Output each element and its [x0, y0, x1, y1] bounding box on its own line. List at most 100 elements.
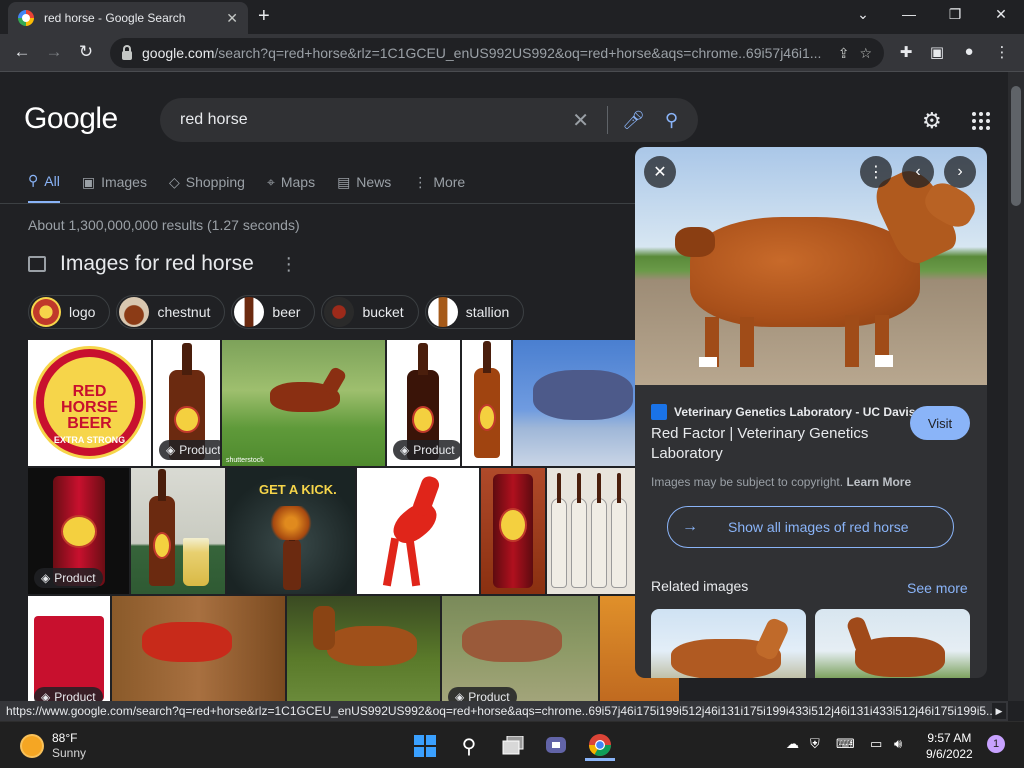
task-view-icon[interactable] — [498, 731, 528, 761]
tab-more[interactable]: ⋮ More — [413, 172, 465, 204]
close-panel-button[interactable]: ✕ — [644, 156, 676, 188]
weather-temp: 88°F — [52, 731, 78, 745]
cloud-icon[interactable]: ☁ — [786, 736, 799, 752]
scrollbar-thumb[interactable] — [1011, 86, 1021, 206]
volume-icon[interactable]: 🔊︎ — [894, 736, 902, 752]
start-button[interactable] — [410, 731, 440, 761]
side-panel-icon[interactable]: ▣ — [927, 43, 947, 61]
forward-button[interactable]: → — [43, 42, 65, 62]
images-heading-text[interactable]: Images for red horse — [60, 252, 254, 276]
minimize-button[interactable]: — — [897, 6, 921, 22]
arrow-right-icon: → — [682, 518, 698, 535]
new-tab-button[interactable]: + — [258, 6, 270, 26]
chip-bucket[interactable]: bucket — [321, 295, 419, 329]
image-result-horse-painting[interactable] — [112, 596, 285, 701]
image-result-six-pack[interactable]: ◈ Product — [28, 596, 110, 701]
reload-button[interactable]: ↻ — [75, 42, 97, 62]
previous-image-button[interactable]: ‹ — [902, 156, 934, 188]
sun-icon — [22, 736, 42, 756]
teams-chat-icon[interactable] — [541, 731, 571, 761]
google-favicon-icon — [18, 10, 34, 26]
image-result-bottle-glass[interactable] — [131, 468, 225, 594]
microphone-icon[interactable]: 🎤︎ — [622, 110, 645, 131]
tab-all[interactable]: ⚲ All — [28, 172, 60, 204]
menu-kebab-icon[interactable]: ⋮ — [992, 43, 1012, 61]
browser-tab[interactable]: red horse - Google Search ✕ — [8, 2, 248, 34]
white-sock — [875, 355, 893, 367]
image-result-can[interactable]: ◈ Product — [28, 468, 129, 594]
tab-images[interactable]: ▣ Images — [82, 172, 147, 204]
image-result-bottle-3[interactable] — [462, 340, 511, 466]
back-button[interactable]: ← — [11, 42, 33, 62]
system-clock[interactable]: 9:57 AM 9/6/2022 — [926, 730, 973, 762]
close-tab-icon[interactable]: ✕ — [226, 10, 238, 27]
profile-icon[interactable]: ● — [959, 43, 979, 60]
show-all-images-button[interactable]: → Show all images of red horse — [667, 506, 954, 548]
chip-logo[interactable]: logo — [28, 295, 111, 329]
chip-chestnut[interactable]: chestnut — [116, 295, 226, 329]
bookmark-star-icon[interactable]: ☆ — [859, 45, 872, 62]
image-result-rearing-horse[interactable] — [357, 468, 479, 594]
badge-label: Product — [468, 690, 510, 701]
google-apps-icon[interactable] — [972, 112, 990, 130]
image-result-bottle-1[interactable]: ◈ Product — [153, 340, 220, 466]
see-more-link[interactable]: See more — [907, 580, 968, 596]
beer-can — [493, 474, 533, 588]
network-icon[interactable]: ▭ — [870, 736, 882, 752]
panel-options-icon[interactable]: ⋮ — [860, 156, 892, 188]
copyright-notice: Images may be subject to copyright. Lear… — [651, 475, 911, 489]
share-icon[interactable]: ⇪ — [838, 45, 850, 62]
visit-button[interactable]: Visit — [910, 406, 970, 440]
google-logo[interactable]: Google — [24, 102, 118, 136]
security-shield-icon[interactable]: ⛨ — [810, 736, 820, 752]
page-scrollbar[interactable] — [1008, 72, 1024, 701]
search-tabs: ⚲ All ▣ Images ◇ Shopping ⌖ Maps ▤ News ⋮ More — [28, 172, 465, 204]
tab-search-icon[interactable]: ⌄ — [851, 6, 875, 23]
weather-widget[interactable]: 88°F Sunny — [22, 731, 86, 761]
more-dots-icon: ⋮ — [413, 173, 428, 190]
settings-gear-icon[interactable]: ⚙ — [922, 108, 942, 134]
related-image-2[interactable] — [815, 609, 970, 678]
image-result-brown-horse[interactable] — [287, 596, 440, 701]
extensions-icon[interactable]: ✚ — [896, 43, 916, 61]
image-result-blue-horse[interactable] — [513, 340, 635, 466]
image-result-logo[interactable]: RED HORSE BEER EXTRA STRONG — [28, 340, 151, 466]
tab-maps[interactable]: ⌖ Maps — [267, 172, 315, 204]
taskbar-search-icon[interactable]: ⚲ — [454, 731, 484, 761]
search-input[interactable]: red horse — [180, 111, 572, 129]
restore-button[interactable]: ❐ — [943, 6, 967, 23]
search-icon[interactable]: ⚲ — [665, 110, 678, 131]
tab-news[interactable]: ▤ News — [337, 172, 391, 204]
clock-date: 9/6/2022 — [926, 747, 973, 761]
clear-search-icon[interactable]: ✕ — [572, 108, 589, 133]
source-favicon-icon — [651, 404, 667, 420]
address-bar[interactable]: google.com /search?q=red+horse&rlz=1C1GC… — [110, 38, 884, 68]
chrome-taskbar-icon[interactable] — [585, 731, 615, 761]
more-options-icon[interactable]: ⋮ — [280, 254, 298, 275]
image-result-running-horse[interactable]: shutterstock — [222, 340, 385, 466]
next-image-button[interactable]: › — [944, 156, 976, 188]
chat-glyph — [546, 737, 566, 753]
source-name[interactable]: Veterinary Genetics Laboratory - UC Davi… — [674, 405, 915, 419]
related-image-1[interactable] — [651, 609, 806, 678]
keyboard-icon[interactable]: ⌨ — [836, 736, 855, 752]
learn-more-link[interactable]: Learn More — [846, 475, 911, 489]
beer-bottle — [551, 472, 567, 588]
chip-stallion[interactable]: stallion — [424, 295, 525, 329]
image-result-bottle-2[interactable]: ◈ Product — [387, 340, 460, 466]
horse-body — [690, 217, 920, 327]
close-window-button[interactable]: ✕ — [989, 6, 1013, 23]
image-result-grazing-horse[interactable]: ◈ Product — [442, 596, 598, 701]
image-result-tall-can[interactable] — [481, 468, 545, 594]
notification-badge[interactable]: 1 — [987, 735, 1005, 753]
image-result-get-a-kick[interactable]: GET A KICK. — [227, 468, 355, 594]
lock-icon[interactable] — [122, 44, 132, 60]
search-box[interactable]: red horse ✕ 🎤︎ ⚲ — [160, 98, 698, 142]
image-result-bottle-row[interactable] — [547, 468, 635, 594]
chip-beer[interactable]: beer — [231, 295, 316, 329]
preview-image[interactable] — [635, 147, 987, 385]
windows-logo-icon — [414, 735, 436, 757]
result-title[interactable]: Red Factor | Veterinary Genetics Laborat… — [651, 424, 891, 464]
tab-shopping[interactable]: ◇ Shopping — [169, 172, 245, 204]
horse-leg — [405, 539, 421, 587]
